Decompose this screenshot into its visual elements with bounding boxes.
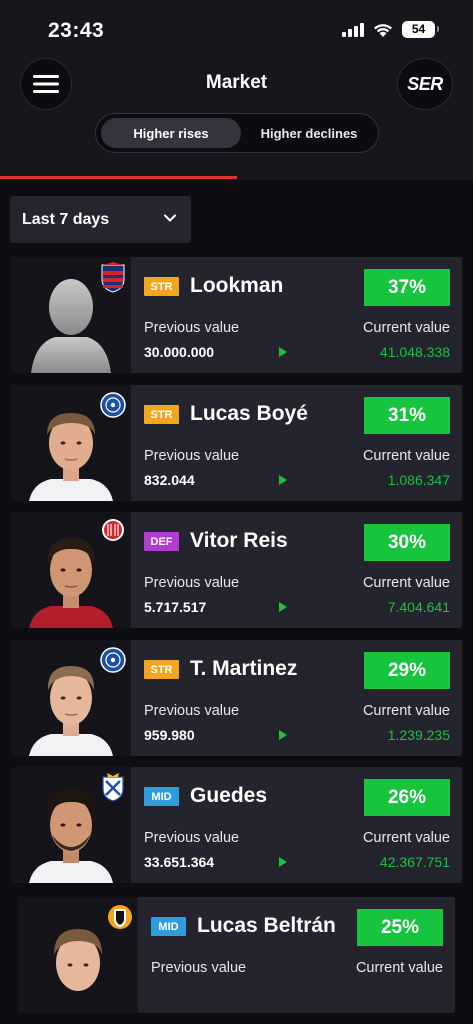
position-badge: MID [144,787,179,806]
ser-logo: SER [407,73,443,94]
period-dropdown[interactable]: Last 7 days [10,196,191,243]
position-badge: MID [151,917,186,936]
player-photo [11,767,131,883]
change-percent: 31% [364,397,450,434]
tab-higher-rises[interactable]: Higher rises [101,118,241,148]
status-time: 23:43 [48,19,105,42]
real-sociedad-crest-icon [102,773,124,802]
player-card[interactable]: DEF Vitor Reis 30% Previous value Curren… [11,512,462,628]
arrow-right-icon [279,730,287,740]
previous-value-label: Previous value [144,703,240,719]
player-photo [11,640,131,756]
current-value: 1.239.235 [387,727,450,743]
player-card[interactable]: STR Lucas Boyé 31% Previous value Curren… [11,385,462,501]
previous-value: 832.044 [144,472,195,488]
change-percent: 37% [364,269,450,306]
player-card[interactable]: STR T. Martinez 29% Previous value Curre… [11,640,462,756]
current-value-label: Current value [362,830,450,846]
change-percent: 25% [357,909,443,946]
tab-higher-declines[interactable]: Higher declines [244,118,374,148]
player-photo [11,512,131,628]
player-info: STR T. Martinez 29% Previous value Curre… [131,640,462,756]
player-card[interactable]: MID Guedes 26% Previous value Current va… [11,767,462,883]
current-value: 7.404.641 [387,599,450,615]
current-value-label: Current value [362,703,450,719]
arrow-right-icon [279,857,287,867]
status-bar: 23:43 54 [0,0,473,60]
previous-value: 30.000.000 [144,344,215,360]
arrow-right-icon [279,475,287,485]
current-value-label: Current value [355,960,443,976]
top-bar: 23:43 54 Market SER Higher rises Higher … [0,0,473,180]
current-value-label: Current value [362,448,450,464]
player-info: DEF Vitor Reis 30% Previous value Curren… [131,512,462,628]
previous-value-label: Previous value [151,960,247,976]
ser-logo-button[interactable]: SER [397,58,453,110]
alaves-crest-icon [100,392,126,418]
player-info: STR Lucas Boyé 31% Previous value Curren… [131,385,462,501]
player-card[interactable]: MID Lucas Beltrán 25% Previous value Cur… [18,897,455,1013]
current-value: 41.048.338 [379,344,450,360]
player-info: MID Guedes 26% Previous value Current va… [131,767,462,883]
change-percent: 26% [364,779,450,816]
player-photo [18,897,138,1013]
player-name: Lookman [190,274,284,297]
player-name: Vitor Reis [190,529,288,552]
valencia-crest-icon [108,905,132,929]
current-value-label: Current value [362,575,450,591]
player-name: T. Martinez [190,657,298,680]
current-value-label: Current value [362,320,450,336]
previous-value: 33.651.364 [144,854,215,870]
previous-value-label: Previous value [144,320,240,336]
rises-declines-toggle: Higher rises Higher declines [95,113,379,153]
status-icons: 54 [342,21,439,38]
player-info: STR Lookman 37% Previous value Current v… [131,257,462,373]
arrow-right-icon [279,602,287,612]
change-percent: 29% [364,652,450,689]
girona-crest-icon [102,519,124,541]
player-info: MID Lucas Beltrán 25% Previous value Cur… [138,897,455,1013]
previous-value: 5.717.517 [144,599,207,615]
position-badge: DEF [144,532,179,551]
wifi-icon [374,23,392,37]
position-badge: STR [144,405,179,424]
previous-value-label: Previous value [144,575,240,591]
chevron-down-icon [164,214,176,222]
alaves-crest-icon [100,647,126,673]
player-photo [11,385,131,501]
active-tab-indicator [0,176,237,179]
player-card[interactable]: STR Lookman 37% Previous value Current v… [11,257,462,373]
player-name: Lucas Boyé [190,402,308,425]
previous-value-label: Previous value [144,448,240,464]
change-percent: 30% [364,524,450,561]
period-value: Last 7 days [22,210,110,228]
battery-icon: 54 [402,21,439,38]
cellular-signal-icon [342,22,364,37]
player-name: Lucas Beltrán [197,914,336,937]
atletico-madrid-crest-icon [101,262,125,293]
player-name: Guedes [190,784,268,807]
position-badge: STR [144,660,179,679]
previous-value: 959.980 [144,727,195,743]
arrow-right-icon [279,347,287,357]
previous-value-label: Previous value [144,830,240,846]
player-photo [11,257,131,373]
position-badge: STR [144,277,179,296]
current-value: 42.367.751 [379,854,450,870]
current-value: 1.086.347 [387,472,450,488]
